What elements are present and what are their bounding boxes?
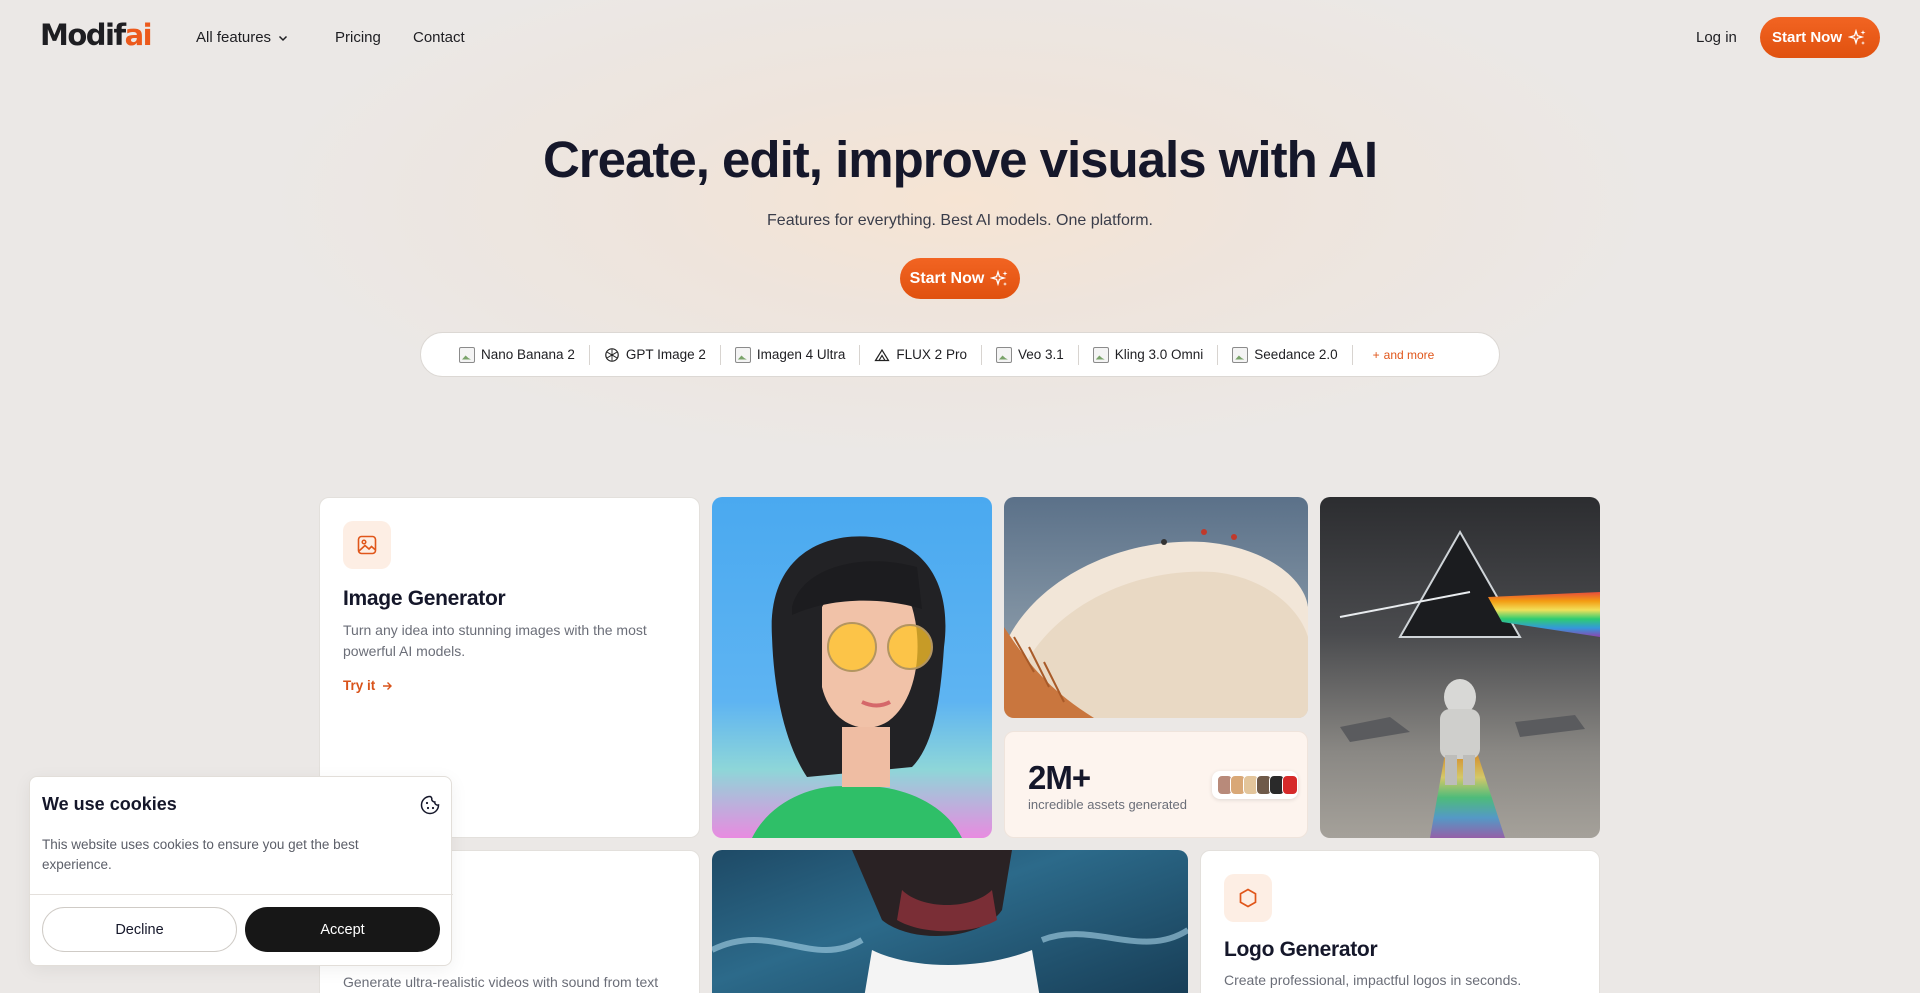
cookie-divider [30,894,453,895]
decline-button[interactable]: Decline [42,907,237,952]
hero-subtitle: Features for everything. Best AI models.… [767,212,1153,229]
model-name: Nano Banana 2 [481,347,575,362]
try-it-link[interactable]: Try it [343,678,393,693]
sparkle-icon [1848,28,1866,45]
nav-contact[interactable]: Contact [413,29,465,46]
login-link[interactable]: Log in [1696,29,1737,46]
cookie-title: We use cookies [42,794,177,814]
model-seedance[interactable]: Seedance 2.0 [1218,344,1353,365]
image-generator-desc: Turn any idea into stunning images with … [343,622,647,659]
cookie-banner: We use cookies This website uses cookies… [29,776,453,966]
logo-generator-icon-box [1224,874,1272,922]
sparkle-icon [990,269,1008,286]
astronaut-photo [1320,497,1600,838]
openai-icon [605,347,619,362]
try-it-label: Try it [343,678,376,693]
brand-logo[interactable]: Modifai [40,18,153,52]
nav-all-features[interactable]: All features [196,29,289,46]
image-icon [734,346,751,363]
stat-card: 2M+ incredible assets generated [1004,731,1308,838]
asset-thumbnails [1212,771,1298,799]
model-veo[interactable]: Veo 3.1 [982,344,1079,365]
video-illustration [712,850,1188,993]
image-icon [459,346,475,363]
model-kling[interactable]: Kling 3.0 Omni [1079,344,1219,365]
image-generator-icon-box [343,521,391,569]
cookie-text: This website uses cookies to ensure you … [42,837,359,872]
hero-start-now-label: Start Now [909,269,985,287]
chevron-down-icon [279,35,288,41]
logo-generator-desc: Create professional, impactful logos in … [1224,972,1522,988]
nav-all-features-label: All features [196,29,272,46]
thumbnail [1282,775,1298,795]
model-imagen[interactable]: Imagen 4 Ultra [721,344,861,365]
arrow-right-icon [383,681,393,690]
model-name: Imagen 4 Ultra [756,347,846,362]
model-name: Veo 3.1 [1017,347,1064,362]
stat-value: 2M+ [1028,759,1091,796]
ice-cream-illustration [1004,529,1308,718]
model-gpt-image[interactable]: GPT Image 2 [590,344,721,365]
hero-title: Create, edit, improve visuals with AI [542,131,1378,188]
stat-label: incredible assets generated [1028,797,1187,812]
image-icon [1092,346,1109,363]
portrait-photo [712,497,992,838]
astronaut-illustration [1339,529,1600,838]
and-more-label: and more [1383,347,1435,362]
portrait-illustration [752,536,962,838]
model-flux[interactable]: FLUX 2 Pro [860,344,982,365]
flux-icon [874,348,890,361]
nav-pricing[interactable]: Pricing [335,29,381,46]
hexagon-icon [1239,888,1257,908]
and-more-link[interactable]: + and more [1373,348,1435,362]
ice-cream-photo [1004,497,1308,718]
cookie-icon [420,795,440,815]
video-generator-desc: Generate ultra-realistic videos with sou… [343,974,659,990]
logo-generator-card[interactable]: Logo Generator Create professional, impa… [1200,850,1600,993]
image-icon [357,535,377,555]
model-name: Seedance 2.0 [1254,347,1338,362]
image-generator-title: Image Generator [343,587,506,610]
plus-icon: + [1372,347,1380,362]
model-name: FLUX 2 Pro [896,347,967,362]
logo-generator-title: Logo Generator [1224,938,1378,961]
model-nano-banana[interactable]: Nano Banana 2 [445,344,590,365]
nav-start-now-button[interactable]: Start Now [1760,17,1880,58]
hero-start-now-button[interactable]: Start Now [900,258,1020,299]
video-photo [712,850,1188,993]
model-name: GPT Image 2 [625,347,706,362]
model-name: Kling 3.0 Omni [1114,347,1204,362]
image-icon [1232,346,1249,363]
model-bar: Nano Banana 2 GPT Image 2 Imagen 4 Ultra… [420,332,1500,377]
image-icon [995,346,1012,363]
top-navigation: Modifai All features Pricing Contact Log… [0,0,1920,76]
nav-start-now-label: Start Now [1771,29,1842,46]
accept-button[interactable]: Accept [245,907,440,952]
